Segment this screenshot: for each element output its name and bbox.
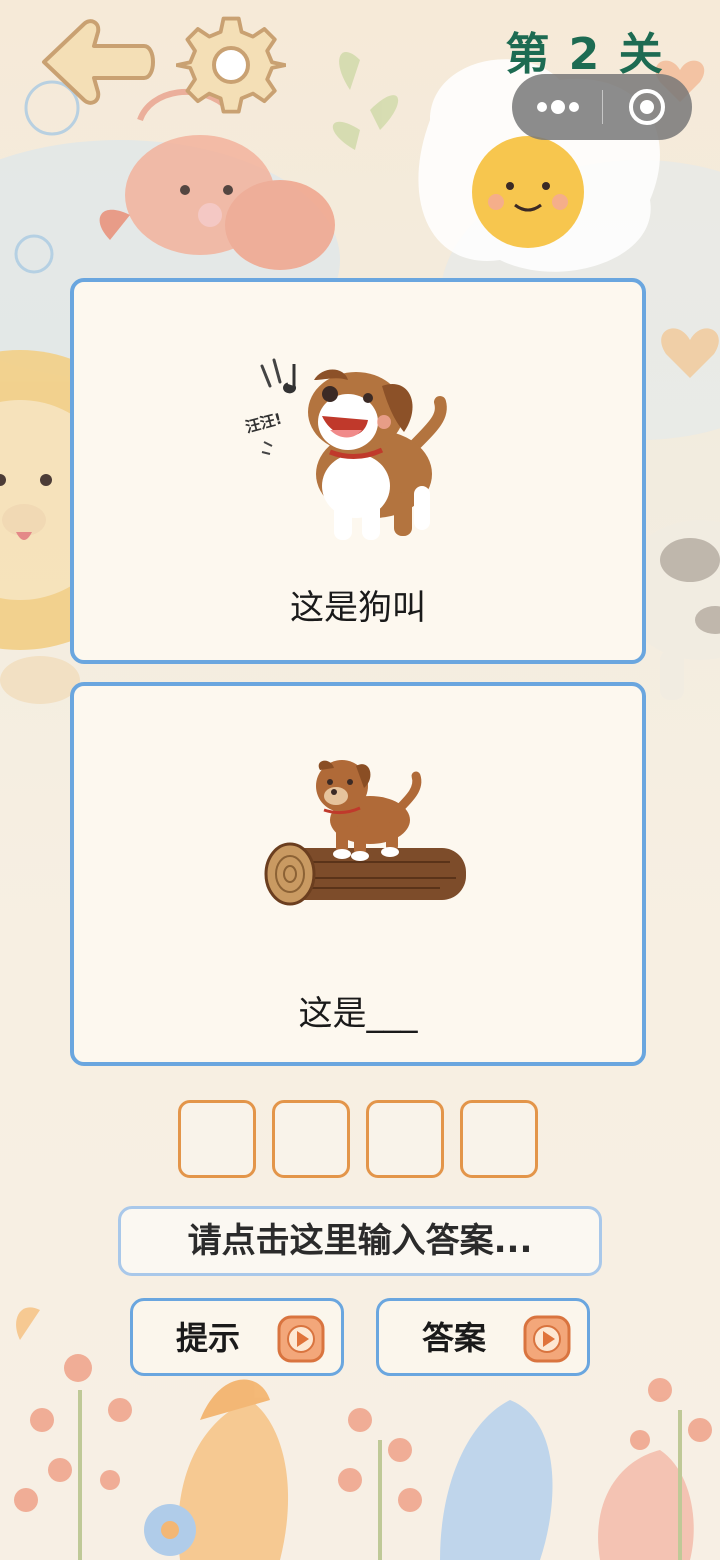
top-bar: 第 2 关: [0, 0, 720, 140]
answer-input[interactable]: 请点击这里输入答案...: [118, 1206, 602, 1276]
arrow-left-icon: [42, 19, 155, 105]
clue-card-1: 汪汪! 这是狗叫: [70, 278, 646, 664]
answer-slot-2[interactable]: [272, 1100, 350, 1178]
answer-slot-1[interactable]: [178, 1100, 256, 1178]
back-button[interactable]: [38, 16, 158, 108]
target-circle-icon: [629, 89, 665, 125]
card-caption-1: 这是狗叫: [290, 588, 426, 628]
hint-button-label: 提示: [175, 1319, 240, 1357]
barking-dog-illustration: 汪汪!: [244, 358, 447, 540]
hint-button[interactable]: 提示: [130, 1298, 344, 1376]
level-title: 第 2 关: [505, 29, 665, 80]
close-button[interactable]: [602, 74, 692, 140]
more-dots-icon: [537, 100, 579, 114]
bubble-text: 汪汪!: [244, 410, 284, 437]
settings-button[interactable]: [175, 10, 288, 120]
card-caption-2: 这是___: [298, 994, 418, 1034]
flowers-decoration: [14, 1307, 712, 1560]
answer-slots: [178, 1100, 544, 1182]
dog-on-log-illustration: [264, 760, 466, 906]
clue-card-2: 这是___: [70, 682, 646, 1066]
play-icon: [277, 1315, 325, 1363]
play-icon: [523, 1315, 571, 1363]
show-answer-button[interactable]: 答案: [376, 1298, 590, 1376]
miniprogram-capsule: [512, 74, 692, 140]
answer-slot-4[interactable]: [460, 1100, 538, 1178]
more-button[interactable]: [512, 74, 602, 140]
gear-icon: [175, 16, 288, 114]
answer-button-label: 答案: [421, 1319, 486, 1357]
answer-slot-3[interactable]: [366, 1100, 444, 1178]
